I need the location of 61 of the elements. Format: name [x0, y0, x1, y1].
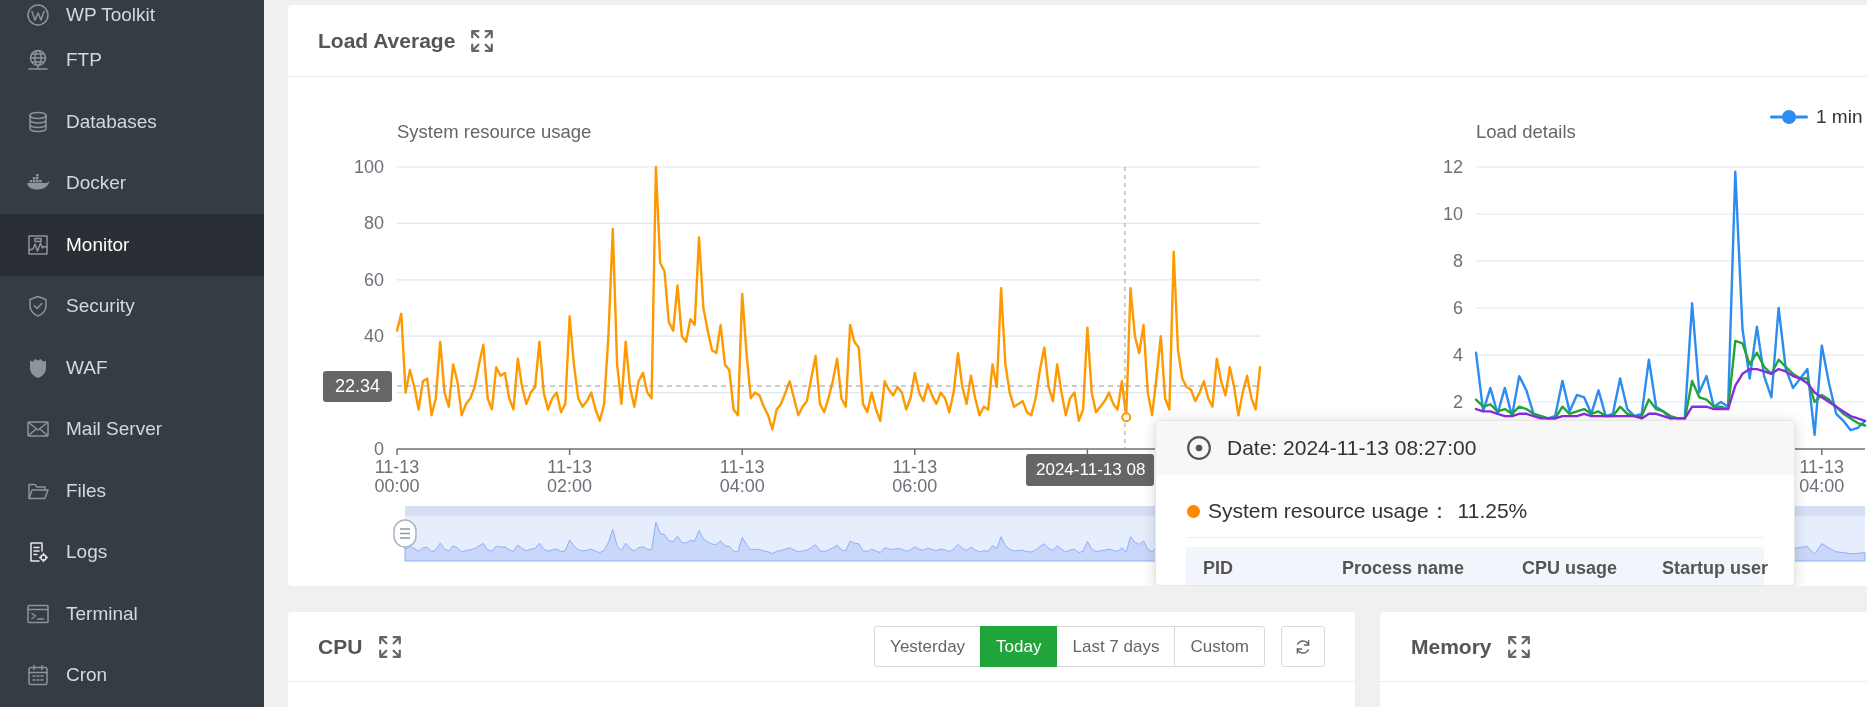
range-tab[interactable]: Custom	[1174, 626, 1265, 667]
y-axis-label: 40	[363, 326, 384, 347]
legend-label[interactable]: 1 min	[1816, 105, 1863, 129]
sidebar-item[interactable]: Logs	[0, 521, 264, 583]
sidebar-item[interactable]: Mail Server	[0, 398, 264, 460]
expand-icon[interactable]	[471, 29, 494, 52]
column-header: Startup user	[1662, 558, 1769, 580]
column-header: CPU usage	[1522, 558, 1619, 580]
range-tab[interactable]: Yesterday	[874, 626, 982, 667]
y-axis-label: 8	[1453, 251, 1463, 271]
y-axis-label: 80	[363, 213, 384, 234]
highlighted-point-icon	[1121, 412, 1132, 423]
shield-check-icon	[26, 294, 50, 319]
chart-title: Load details	[1476, 121, 1576, 143]
database-icon	[26, 109, 50, 134]
sidebar-item[interactable]: Terminal	[0, 583, 264, 645]
sidebar-item[interactable]: Cron	[0, 644, 264, 706]
average-value-label: 22.34	[323, 370, 392, 402]
expand-icon[interactable]	[1507, 635, 1530, 658]
sidebar-item[interactable]: Monitor	[0, 214, 264, 276]
sidebar-item[interactable]: Docker	[0, 152, 264, 214]
column-header: PID	[1203, 558, 1234, 580]
x-axis-label: 11-13 04:00	[718, 458, 766, 496]
legend-marker-icon[interactable]	[1770, 109, 1808, 125]
slider-handle[interactable]	[393, 519, 417, 548]
card-title: Load Average	[318, 27, 456, 54]
tooltip-date: Date: 2024-11-13 08:27:00	[1227, 435, 1477, 461]
sidebar-item[interactable]: Files	[0, 460, 264, 522]
y-axis-label: 10	[1442, 204, 1463, 224]
column-header: Process name	[1342, 558, 1466, 580]
sidebar-item[interactable]: Security	[0, 275, 264, 337]
expand-icon[interactable]	[379, 635, 402, 658]
card-title: Memory	[1411, 633, 1492, 660]
refresh-button[interactable]	[1281, 626, 1325, 667]
series-name: System resource usage：	[1208, 498, 1450, 524]
y-axis-label: 100	[353, 157, 384, 177]
x-axis-label: 11-13 02:00	[546, 458, 594, 496]
series-value: 11.25%	[1457, 498, 1528, 524]
calendar-icon	[26, 663, 50, 688]
target-icon	[1186, 435, 1212, 461]
sidebar-item[interactable]: Databases	[0, 91, 264, 153]
x-axis-label: 11-13 06:00	[891, 458, 939, 496]
range-tab[interactable]: Last 7 days	[1056, 626, 1176, 667]
y-axis-label: 4	[1453, 345, 1463, 365]
x-axis-label: 11-13 04:00	[1798, 458, 1846, 496]
refresh-icon	[1295, 638, 1311, 655]
sidebar-item[interactable]: WP Toolkit	[0, 0, 264, 30]
globe-icon	[26, 48, 50, 73]
chart-frame-icon	[26, 232, 50, 257]
sidebar-item[interactable]: FTP	[0, 29, 264, 91]
chart-title: System resource usage	[397, 121, 592, 143]
y-axis-label: 2	[1453, 392, 1463, 412]
axis-pointer-label: 2024-11-13 08	[1026, 454, 1154, 486]
y-axis-label: 60	[363, 269, 384, 290]
sidebar-item[interactable]: WAF	[0, 337, 264, 399]
card-title: CPU	[318, 633, 363, 660]
x-axis-label: 11-13 00:00	[373, 458, 421, 496]
round-logo-icon	[26, 2, 50, 27]
y-axis-label: 0	[374, 439, 384, 459]
y-axis-label: 12	[1442, 157, 1463, 177]
y-axis-label: 6	[1453, 298, 1463, 318]
